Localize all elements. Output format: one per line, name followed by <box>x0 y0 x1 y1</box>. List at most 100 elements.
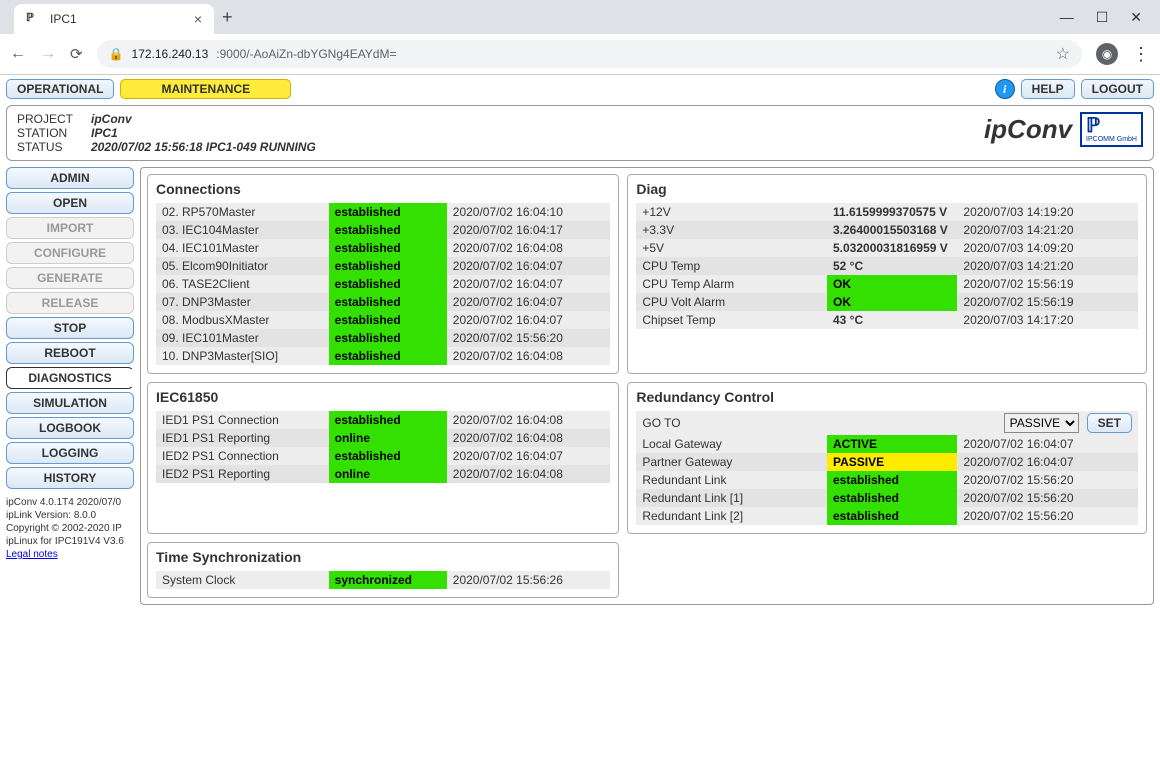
table-row: IED1 PS1 Connectionestablished2020/07/02… <box>156 411 610 429</box>
minimize-icon[interactable]: ― <box>1060 9 1074 26</box>
row-timestamp: 2020/07/02 15:56:20 <box>957 489 1138 507</box>
sidebar-item-admin[interactable]: ADMIN <box>6 167 134 189</box>
table-row: 09. IEC101Masterestablished2020/07/02 15… <box>156 329 610 347</box>
reload-icon[interactable]: ⟳ <box>70 45 83 63</box>
row-status: synchronized <box>329 571 447 589</box>
table-row: CPU Temp AlarmOK2020/07/02 15:56:19 <box>636 275 1138 293</box>
maximize-icon[interactable]: ☐ <box>1096 9 1109 26</box>
row-timestamp: 2020/07/03 14:21:20 <box>957 221 1138 239</box>
goto-select[interactable]: PASSIVE <box>1004 413 1079 433</box>
close-window-icon[interactable]: ✕ <box>1130 9 1142 26</box>
row-status: established <box>827 507 957 525</box>
sidebar-item-diagnostics[interactable]: DIAGNOSTICS <box>6 367 134 389</box>
brand-text: ipConv <box>984 114 1072 145</box>
sidebar-item-configure: CONFIGURE <box>6 242 134 264</box>
panel-title: Diag <box>636 181 1138 197</box>
sidebar: ADMINOPENIMPORTCONFIGUREGENERATERELEASES… <box>6 167 134 605</box>
url-input[interactable]: 🔒 172.16.240.13:9000/-AoAiZn-dbYGNg4EAYd… <box>97 40 1082 68</box>
sidebar-item-simulation[interactable]: SIMULATION <box>6 392 134 414</box>
operational-button[interactable]: OPERATIONAL <box>6 79 114 99</box>
timesync-table: System Clocksynchronized2020/07/02 15:56… <box>156 571 610 589</box>
table-row: System Clocksynchronized2020/07/02 15:56… <box>156 571 610 589</box>
sidebar-item-reboot[interactable]: REBOOT <box>6 342 134 364</box>
row-status: established <box>329 203 447 221</box>
help-button[interactable]: HELP <box>1021 79 1075 99</box>
row-timestamp: 2020/07/02 16:04:07 <box>957 435 1138 453</box>
row-name: 07. DNP3Master <box>156 293 329 311</box>
connections-table: 02. RP570Masterestablished2020/07/02 16:… <box>156 203 610 365</box>
panel-redundancy: Redundancy Control GO TO PASSIVE SET Loc… <box>627 382 1147 534</box>
row-name: 05. Elcom90Initiator <box>156 257 329 275</box>
row-status: online <box>329 429 447 447</box>
favicon-icon: ℙ <box>26 11 42 27</box>
row-timestamp: 2020/07/02 15:56:19 <box>957 293 1138 311</box>
set-button[interactable]: SET <box>1087 413 1132 433</box>
row-status: 5.03200031816959 V <box>827 239 957 257</box>
profile-avatar-icon[interactable]: ◉ <box>1096 43 1118 65</box>
app-root: OPERATIONAL MAINTENANCE i HELP LOGOUT PR… <box>0 75 1160 605</box>
new-tab-button[interactable]: + <box>222 7 233 28</box>
row-timestamp: 2020/07/03 14:09:20 <box>957 239 1138 257</box>
table-row: Partner GatewayPASSIVE2020/07/02 16:04:0… <box>636 453 1138 471</box>
back-icon[interactable]: ← <box>10 45 26 63</box>
table-row: Redundant Link [2]established2020/07/02 … <box>636 507 1138 525</box>
lock-icon: 🔒 <box>109 47 124 61</box>
logout-button[interactable]: LOGOUT <box>1081 79 1154 99</box>
table-row: IED1 PS1 Reportingonline2020/07/02 16:04… <box>156 429 610 447</box>
sidebar-item-stop[interactable]: STOP <box>6 317 134 339</box>
bookmark-star-icon[interactable]: ☆ <box>1056 44 1070 64</box>
panel-title: IEC61850 <box>156 389 610 405</box>
row-status: established <box>827 471 957 489</box>
row-status: established <box>827 489 957 507</box>
row-status: established <box>329 293 447 311</box>
row-timestamp: 2020/07/02 16:04:08 <box>447 465 611 483</box>
row-status: established <box>329 347 447 365</box>
table-row: CPU Volt AlarmOK2020/07/02 15:56:19 <box>636 293 1138 311</box>
panel-connections: Connections 02. RP570Masterestablished20… <box>147 174 619 374</box>
panel-title: Redundancy Control <box>636 389 1138 405</box>
table-row: CPU Temp52 °C2020/07/03 14:21:20 <box>636 257 1138 275</box>
url-path: :9000/-AoAiZn-dbYGNg4EAYdM= <box>216 47 396 61</box>
browser-tab[interactable]: ℙ IPC1 × <box>14 4 214 34</box>
address-bar: ← → ⟳ 🔒 172.16.240.13:9000/-AoAiZn-dbYGN… <box>0 34 1160 74</box>
sidebar-item-history[interactable]: HISTORY <box>6 467 134 489</box>
row-timestamp: 2020/07/02 16:04:07 <box>447 447 611 465</box>
sidebar-item-logbook[interactable]: LOGBOOK <box>6 417 134 439</box>
row-name: CPU Temp Alarm <box>636 275 827 293</box>
table-row: Redundant Link [1]established2020/07/02 … <box>636 489 1138 507</box>
sidebar-item-logging[interactable]: LOGGING <box>6 442 134 464</box>
status-value: 2020/07/02 15:56:18 IPC1-049 RUNNING <box>91 140 316 154</box>
legal-notes-link[interactable]: Legal notes <box>6 549 58 560</box>
maintenance-button[interactable]: MAINTENANCE <box>120 79 291 99</box>
row-timestamp: 2020/07/02 15:56:26 <box>447 571 611 589</box>
row-status: OK <box>827 293 957 311</box>
row-name: Chipset Temp <box>636 311 827 329</box>
row-status: established <box>329 447 447 465</box>
panel-diag: Diag +12V11.6159999370575 V2020/07/03 14… <box>627 174 1147 374</box>
table-row: 02. RP570Masterestablished2020/07/02 16:… <box>156 203 610 221</box>
info-icon[interactable]: i <box>995 79 1015 99</box>
row-timestamp: 2020/07/02 16:04:08 <box>447 429 611 447</box>
table-row: Redundant Linkestablished2020/07/02 15:5… <box>636 471 1138 489</box>
row-name: Partner Gateway <box>636 453 827 471</box>
row-status: established <box>329 221 447 239</box>
row-timestamp: 2020/07/02 15:56:19 <box>957 275 1138 293</box>
row-status: 43 °C <box>827 311 957 329</box>
row-name: 08. ModbusXMaster <box>156 311 329 329</box>
tab-close-icon[interactable]: × <box>194 11 202 27</box>
row-name: 09. IEC101Master <box>156 329 329 347</box>
panel-title: Time Synchronization <box>156 549 610 565</box>
row-status: established <box>329 411 447 429</box>
table-row: Local GatewayACTIVE2020/07/02 16:04:07 <box>636 435 1138 453</box>
sidebar-item-import: IMPORT <box>6 217 134 239</box>
row-timestamp: 2020/07/02 16:04:08 <box>447 239 611 257</box>
row-name: IED2 PS1 Connection <box>156 447 329 465</box>
app-topbar: OPERATIONAL MAINTENANCE i HELP LOGOUT <box>0 75 1160 103</box>
row-status: PASSIVE <box>827 453 957 471</box>
table-row: IED2 PS1 Reportingonline2020/07/02 16:04… <box>156 465 610 483</box>
table-row: 07. DNP3Masterestablished2020/07/02 16:0… <box>156 293 610 311</box>
row-name: +5V <box>636 239 827 257</box>
sidebar-item-open[interactable]: OPEN <box>6 192 134 214</box>
row-status: online <box>329 465 447 483</box>
kebab-menu-icon[interactable]: ⋮ <box>1132 44 1150 65</box>
